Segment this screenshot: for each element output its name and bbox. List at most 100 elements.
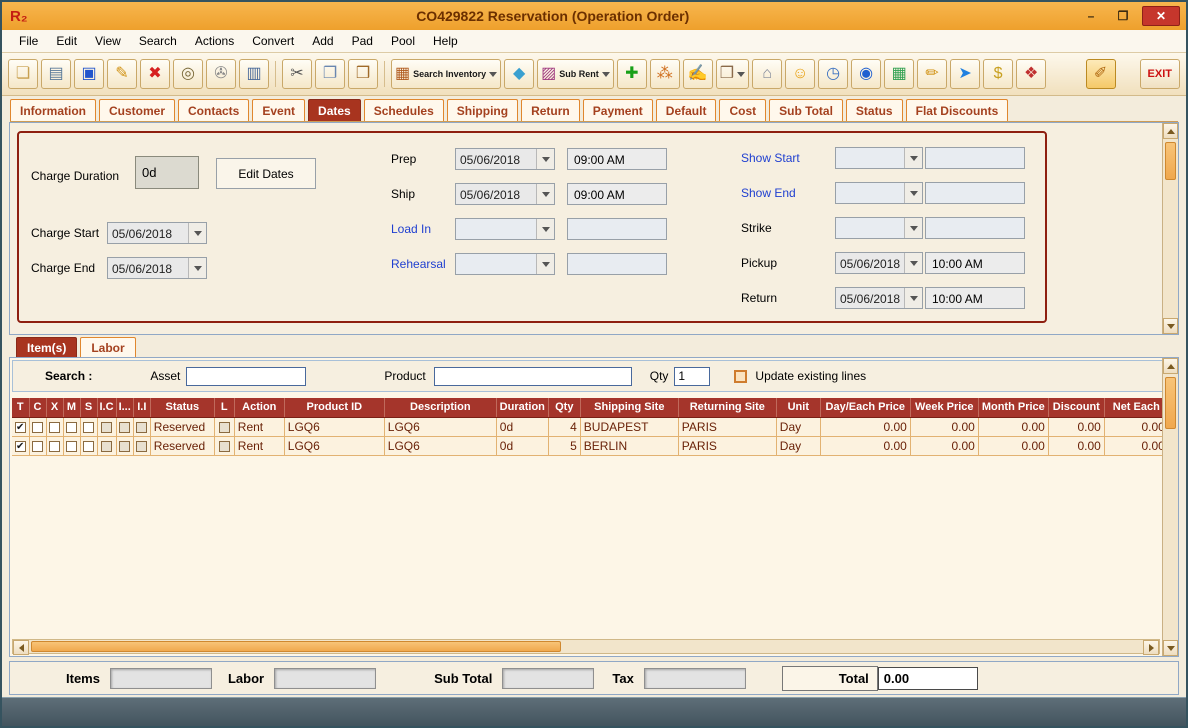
col-header-product-id[interactable]: Product ID [284, 398, 384, 417]
return-date-combo[interactable]: 05/06/2018 [835, 287, 923, 309]
charge-end-combo[interactable]: 05/06/2018 [107, 257, 207, 279]
chevron-down-icon[interactable] [536, 219, 554, 239]
maximize-button[interactable]: ❐ [1110, 6, 1136, 26]
rehearsal-date-combo[interactable] [455, 253, 555, 275]
scrollbar-thumb[interactable] [31, 641, 561, 652]
col-header-qty[interactable]: Qty [548, 398, 580, 417]
chevron-down-icon[interactable] [904, 183, 922, 203]
cards-button[interactable]: ❒ [716, 59, 749, 89]
col-header-l[interactable]: L [214, 398, 234, 417]
tab-labor[interactable]: Labor [80, 337, 135, 357]
scroll-up-button[interactable] [1163, 358, 1178, 374]
money-button[interactable]: $ [983, 59, 1013, 89]
row-checkbox-c[interactable] [32, 441, 43, 452]
menu-file[interactable]: File [10, 31, 47, 51]
scroll-left-button[interactable] [13, 640, 29, 655]
return-time-field[interactable]: 10:00 AM [925, 287, 1025, 309]
edit-button[interactable]: ✎ [107, 59, 137, 89]
ship-date-combo[interactable]: 05/06/2018 [455, 183, 555, 205]
site-print-button[interactable]: ⌂ [752, 59, 782, 89]
chevron-down-icon[interactable] [904, 253, 922, 273]
tab-customer[interactable]: Customer [99, 99, 175, 121]
rehearsal-link[interactable]: Rehearsal [391, 257, 446, 271]
row-checkbox-l[interactable] [219, 422, 230, 433]
paste-button[interactable]: ❒ [348, 59, 378, 89]
show-start-link[interactable]: Show Start [741, 151, 800, 165]
add-button[interactable]: ✚ [617, 59, 647, 89]
col-header-discount[interactable]: Discount [1048, 398, 1104, 417]
col-header-shipping-site[interactable]: Shipping Site [580, 398, 678, 417]
tab-items[interactable]: Item(s) [16, 337, 77, 357]
tab-flat-discounts[interactable]: Flat Discounts [906, 99, 1009, 121]
menu-search[interactable]: Search [130, 31, 186, 51]
scroll-up-button[interactable] [1163, 123, 1178, 139]
find-button[interactable]: ◎ [173, 59, 203, 89]
col-header-month-price[interactable]: Month Price [978, 398, 1048, 417]
row-checkbox-ic[interactable] [101, 422, 112, 433]
col-header-x[interactable]: X [46, 398, 63, 417]
scroll-right-button[interactable] [1143, 640, 1159, 655]
col-header-status[interactable]: Status [150, 398, 214, 417]
col-header-action[interactable]: Action [234, 398, 284, 417]
row-checkbox-s[interactable] [83, 422, 94, 433]
key-button[interactable]: ✇ [206, 59, 236, 89]
charge-start-combo[interactable]: 05/06/2018 [107, 222, 207, 244]
col-header-m[interactable]: M [63, 398, 80, 417]
minimize-button[interactable]: – [1078, 6, 1104, 26]
rehearsal-time-field[interactable] [567, 253, 667, 275]
col-header-unit[interactable]: Unit [776, 398, 820, 417]
tab-sub-total[interactable]: Sub Total [769, 99, 843, 121]
load-in-time-field[interactable] [567, 218, 667, 240]
row-checkbox-x[interactable] [49, 422, 60, 433]
ship-time-field[interactable]: 09:00 AM [567, 183, 667, 205]
row-checkbox-l[interactable] [219, 441, 230, 452]
table-row[interactable]: ✔ Reserved Rent LGQ6 LGQ6 0d 4 BUDAPEST [12, 417, 1168, 436]
show-end-date-combo[interactable] [835, 182, 923, 204]
scroll-down-button[interactable] [1163, 640, 1178, 656]
link-button[interactable]: ➤ [950, 59, 980, 89]
special-print-button[interactable]: ▥ [239, 59, 269, 89]
show-end-link[interactable]: Show End [741, 186, 796, 200]
memo-button[interactable]: ✍ [683, 59, 713, 89]
show-start-date-combo[interactable] [835, 147, 923, 169]
exit-button[interactable]: EXIT [1140, 59, 1180, 89]
tab-information[interactable]: Information [10, 99, 96, 121]
save-button[interactable]: ▣ [74, 59, 104, 89]
col-header-net-each[interactable]: Net Each [1104, 398, 1168, 417]
shapes-button[interactable]: ◆ [504, 59, 534, 89]
group-button[interactable]: ⁂ [650, 59, 680, 89]
table-row[interactable]: ✔ Reserved Rent LGQ6 LGQ6 0d 5 BERLIN [12, 436, 1168, 455]
qty-input[interactable] [674, 367, 710, 386]
row-checkbox-x[interactable] [49, 441, 60, 452]
chevron-down-icon[interactable] [536, 184, 554, 204]
row-checkbox-ii[interactable] [136, 422, 147, 433]
tab-dates[interactable]: Dates [308, 99, 361, 121]
asset-input[interactable] [186, 367, 306, 386]
menu-help[interactable]: Help [424, 31, 467, 51]
scrollbar-thumb[interactable] [1165, 377, 1176, 429]
row-checkbox-t[interactable]: ✔ [15, 441, 26, 452]
clock-button[interactable]: ◷ [818, 59, 848, 89]
strike-time-field[interactable] [925, 217, 1025, 239]
pickup-date-combo[interactable]: 05/06/2018 [835, 252, 923, 274]
menu-edit[interactable]: Edit [47, 31, 86, 51]
chevron-down-icon[interactable] [536, 149, 554, 169]
tab-return[interactable]: Return [521, 99, 580, 121]
col-header-c[interactable]: C [29, 398, 46, 417]
chevron-down-icon[interactable] [188, 258, 206, 278]
load-in-link[interactable]: Load In [391, 222, 431, 236]
col-header-ic[interactable]: I.C [97, 398, 116, 417]
show-end-time-field[interactable] [925, 182, 1025, 204]
scrollbar-thumb[interactable] [1165, 142, 1176, 180]
globe-button[interactable]: ◉ [851, 59, 881, 89]
edit-dates-button[interactable]: Edit Dates [216, 158, 316, 189]
tab-default[interactable]: Default [656, 99, 717, 121]
strike-date-combo[interactable] [835, 217, 923, 239]
tab-schedules[interactable]: Schedules [364, 99, 444, 121]
items-vertical-scrollbar[interactable] [1162, 358, 1178, 656]
col-header-s[interactable]: S [80, 398, 97, 417]
col-header-week-price[interactable]: Week Price [910, 398, 978, 417]
prep-time-field[interactable]: 09:00 AM [567, 148, 667, 170]
col-header-duration[interactable]: Duration [496, 398, 548, 417]
row-checkbox-ii[interactable] [136, 441, 147, 452]
